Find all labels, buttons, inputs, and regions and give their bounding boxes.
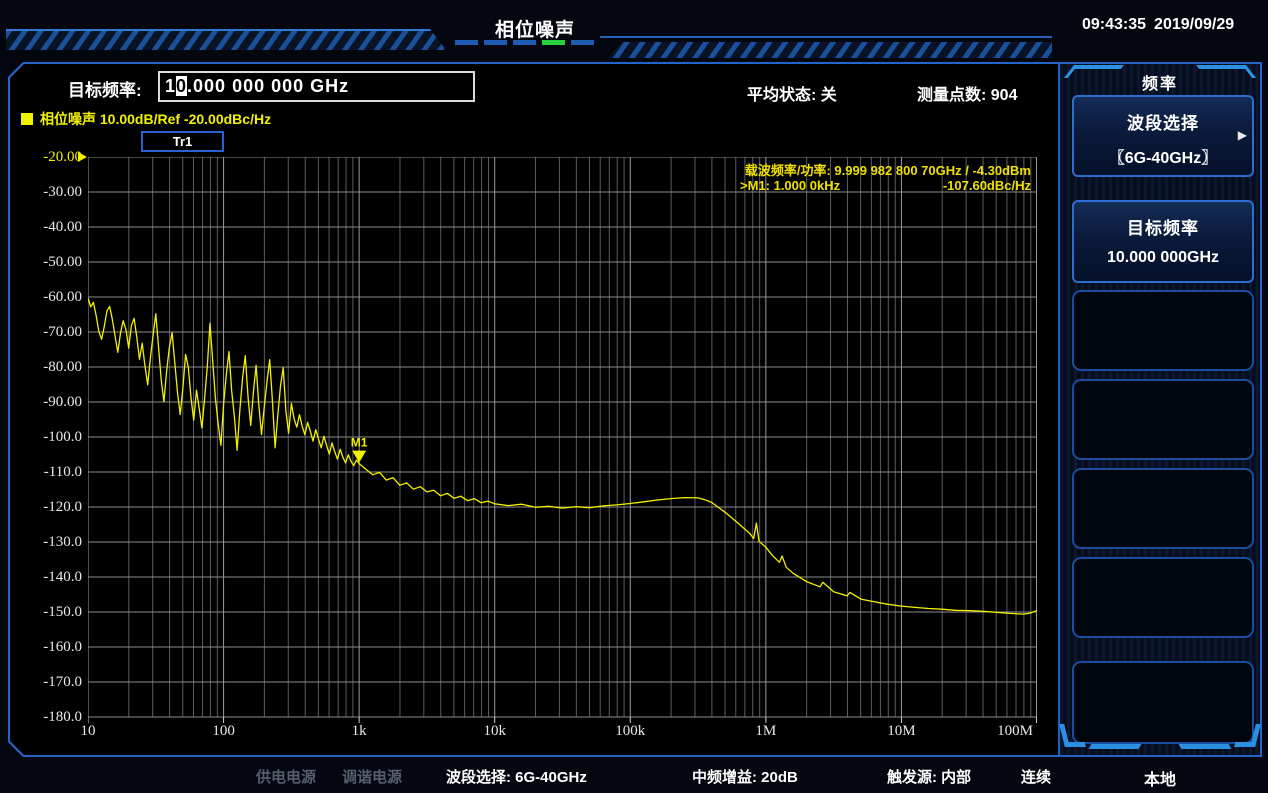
softkey-empty[interactable] [1072,661,1254,744]
y-axis-tick-label: -170.0 [24,673,82,691]
tab-progress-dashes [455,40,615,46]
y-axis-tick-label: -90.00 [24,393,82,411]
status-if-gain: 中频增益: 20dB [692,766,798,787]
submenu-arrow-icon: ▶ [1238,128,1247,142]
y-axis-tick-label: -150.0 [24,603,82,621]
x-axis-tick-label: 1M [726,723,806,740]
x-axis-tick-label: 100k [590,723,670,740]
average-status: 平均状态: 关 [747,81,837,105]
softkey-value: 〖6G-40GHz〗 [1074,144,1252,168]
target-frequency-input[interactable]: 10.000 000 000 GHz [158,71,475,102]
phase-noise-analyzer-screen: 相位噪声 09:43:352019/09/29 目标频率: 10.000 000… [0,0,1268,793]
input-text: 1 [165,76,176,96]
status-bar: 供电电源 调谐电源 波段选择: 6G-40GHz 中频增益: 20dB 触发源:… [0,766,1268,790]
y-axis-tick-label: -140.0 [24,568,82,586]
y-axis-tick-label: -110.0 [24,463,82,481]
y-axis-tick-label: -70.00 [24,323,82,341]
time: 09:43:35 [1082,16,1146,33]
y-axis-tick-label: -160.0 [24,638,82,656]
x-axis-tick-label: 100 [184,723,264,740]
trace-legend-text: 相位噪声 10.00dB/Ref -20.00dBc/Hz [40,111,271,127]
local-mode-label: 本地 [1100,766,1220,790]
softkey-target-frequency[interactable]: 目标频率 10.000 000GHz [1072,200,1254,283]
status-continuous: 连续 [1021,766,1051,787]
sidebar-header: 频率 [1060,64,1260,96]
target-frequency-label: 目标频率: [68,76,142,101]
dash [484,40,507,45]
y-axis-tick-label: -40.00 [24,218,82,236]
sidebar-menu-title: 频率 [1060,70,1260,94]
softkey-empty[interactable] [1072,557,1254,638]
input-text: .000 000 000 GHz [187,76,349,96]
y-axis-tick-label: -60.00 [24,288,82,306]
softkey-empty[interactable] [1072,379,1254,460]
bottom-accent-line [1179,744,1232,749]
y-axis-tick-label: -130.0 [24,533,82,551]
marker-m1-label: M1 [351,436,368,450]
phase-noise-plot: M1 载波频率/功率: 9.999 982 800 70GHz / -4.30d… [88,157,1037,724]
status-supply-power: 供电电源 [256,766,316,787]
softkey-title: 目标频率 [1074,214,1252,239]
y-axis-tick-label: -80.00 [24,358,82,376]
softkey-title: 波段选择 [1074,109,1252,134]
marker-m1-value: -107.60dBc/Hz [943,178,1031,193]
x-axis-tick-label: 1k [319,723,399,740]
active-dash [542,40,565,45]
trace-legend: 相位噪声 10.00dB/Ref -20.00dBc/Hz [21,109,271,125]
top-hatch-decoration-left [6,29,446,50]
status-trigger-source: 触发源: 内部 [887,766,971,787]
top-hatch-decoration-right [608,42,1052,58]
trace-tab-tr1[interactable]: Tr1 [141,131,224,152]
marker-m1-icon[interactable] [352,451,366,463]
dash [513,40,536,45]
trace-color-swatch-icon [21,113,33,125]
top-divider-line [600,36,1052,38]
x-axis-tick-label: 10 [48,723,128,740]
y-axis-tick-label: -50.00 [24,253,82,271]
y-axis-tick-label: -20.00 [24,148,82,166]
dash [455,40,478,45]
softkey-band-select[interactable]: 波段选择 〖6G-40GHz〗 ▶ [1072,95,1254,177]
page-title: 相位噪声 [468,15,602,42]
plot-canvas: M1 [88,157,1037,724]
softkey-sidebar: 频率 波段选择 〖6G-40GHz〗 ▶ 目标频率 10.000 000GHz [1058,64,1260,755]
carrier-readout: 载波频率/功率: 9.999 982 800 70GHz / -4.30dBm [745,160,1031,179]
marker-m1-readout: >M1: 1.000 0kHz [740,178,840,193]
text-cursor: 0 [176,76,187,96]
bottom-accent-line [1089,744,1142,749]
date: 2019/09/29 [1154,16,1234,33]
measure-points: 测量点数: 904 [917,81,1017,105]
y-axis-tick-label: -100.0 [24,428,82,446]
dash [571,40,594,45]
y-axis-tick-label: -30.00 [24,183,82,201]
x-axis-tick-label: 100M [975,723,1055,740]
status-tuning-power: 调谐电源 [342,766,402,787]
clock: 09:43:35 2019/09/29 [1082,16,1262,34]
softkey-empty[interactable] [1072,290,1254,371]
softkey-empty[interactable] [1072,468,1254,549]
corner-bracket-icon [1234,724,1261,747]
softkey-value: 10.000 000GHz [1074,249,1252,267]
x-axis-tick-label: 10k [455,723,535,740]
status-band-select: 波段选择: 6G-40GHz [446,766,587,787]
x-axis-tick-label: 10M [861,723,941,740]
y-axis-tick-label: -120.0 [24,498,82,516]
